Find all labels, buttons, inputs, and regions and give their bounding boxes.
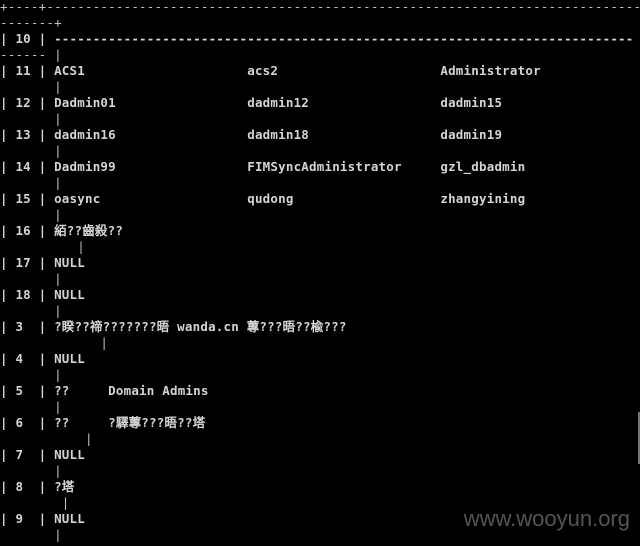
- console-line: |: [0, 431, 93, 446]
- console-line: | 12 | Dadmin01 dadmin12 dadmin15: [0, 95, 503, 110]
- console-line: | 11 | ACS1 acs2 Administrator: [0, 63, 541, 78]
- console-line: | 6 | ?? ?驛蓴???晤??塔: [0, 415, 206, 430]
- console-line: |: [0, 399, 62, 414]
- console-line: |: [0, 335, 109, 350]
- console-line: |: [0, 495, 70, 510]
- console-line: |: [0, 463, 62, 478]
- console-line: | 8 | ?塔: [0, 479, 75, 494]
- console-line: |: [0, 79, 62, 94]
- console-line: | 10 | ---------------------------------…: [0, 31, 634, 46]
- console-line: |: [0, 111, 62, 126]
- console-line: | 4 | NULL: [0, 351, 85, 366]
- console-line: | 3 | ?睽??禘???????晤 wanda.cn 蓴???晤??楡???: [0, 319, 347, 334]
- console-line: | 9 | NULL: [0, 511, 85, 526]
- console-line: |: [0, 143, 62, 158]
- console-line: ------ |: [0, 47, 62, 62]
- console-output: +----+----------------------------------…: [0, 0, 640, 546]
- console-line: | 18 | NULL: [0, 287, 85, 302]
- console-line: |: [0, 527, 62, 542]
- console-line: | 13 | dadmin16 dadmin18 dadmin19: [0, 127, 503, 142]
- console-line: |: [0, 271, 62, 286]
- console-line: | 17 | NULL: [0, 255, 85, 270]
- console-line: | 5 | ?? Domain Admins: [0, 383, 209, 398]
- watermark: www.wooyun.org: [463, 506, 630, 531]
- console-line: | 16 | 絔??齒殺??: [0, 223, 124, 238]
- console-line: |: [0, 303, 62, 318]
- console-line: |: [0, 239, 85, 254]
- console-line: -------+: [0, 15, 62, 30]
- console-line: | 15 | oasync qudong zhangyining: [0, 191, 526, 206]
- console-line: +----+----------------------------------…: [0, 0, 640, 14]
- console-line: | 14 | Dadmin99 FIMSyncAdministrator gzl…: [0, 159, 526, 174]
- console-line: |: [0, 367, 62, 382]
- console-line: |: [0, 207, 62, 222]
- console-line: | 7 | NULL: [0, 447, 85, 462]
- console-line: |: [0, 175, 62, 190]
